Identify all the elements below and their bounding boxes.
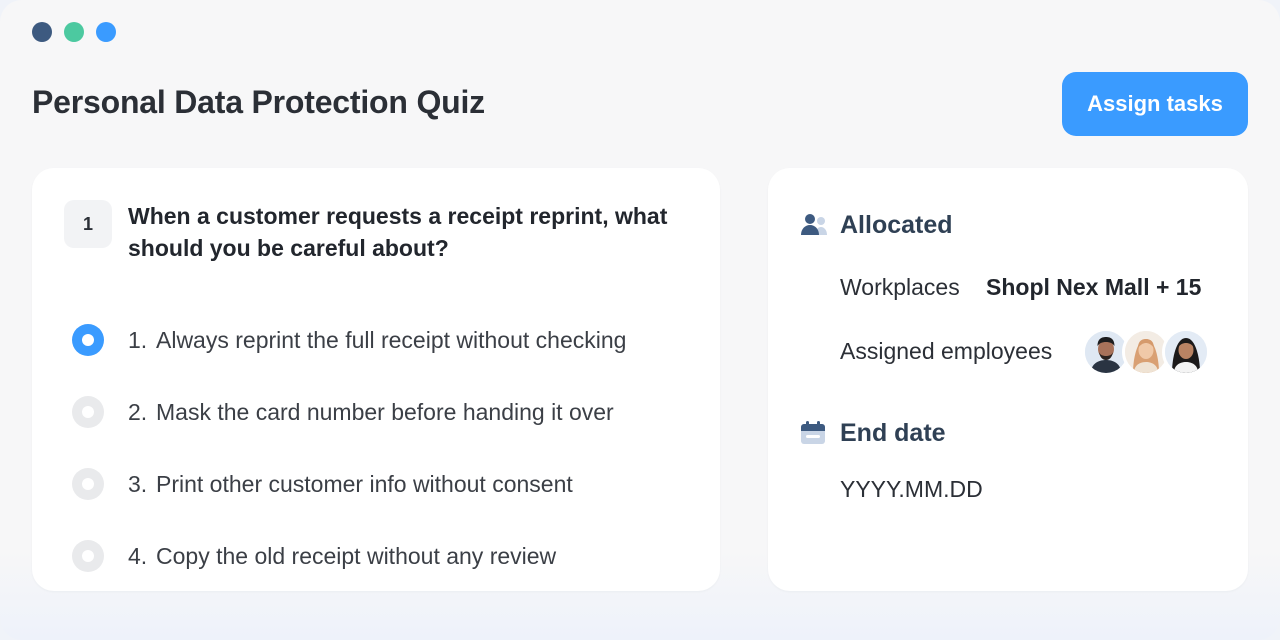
answer-option-4[interactable]: 4. Copy the old receipt without any revi… <box>72 520 626 592</box>
calendar-icon <box>800 418 830 448</box>
radio-unselected-icon[interactable] <box>72 540 104 572</box>
option-label: Print other customer info without consen… <box>156 470 573 497</box>
option-number: 3. <box>128 470 148 497</box>
quiz-card: 1 When a customer requests a receipt rep… <box>32 168 720 591</box>
question-text: When a customer requests a receipt repri… <box>128 203 668 261</box>
answer-option-2[interactable]: 2. Mask the card number before handing i… <box>72 376 626 448</box>
option-number: 2. <box>128 398 148 425</box>
option-number: 4. <box>128 542 148 569</box>
option-number: 1. <box>128 326 148 353</box>
radio-selected-icon[interactable] <box>72 324 104 356</box>
option-label: Copy the old receipt without any review <box>156 542 557 569</box>
option-label: Mask the card number before handing it o… <box>156 398 614 425</box>
end-date-title: End date <box>840 418 946 447</box>
assignment-info-card: Allocated Workplaces Shopl Nex Mall + 15… <box>768 168 1248 591</box>
answer-option-1[interactable]: 1. Always reprint the full receipt witho… <box>72 304 626 376</box>
window-controls <box>32 22 116 42</box>
answer-options: 1. Always reprint the full receipt witho… <box>72 304 626 592</box>
workplaces-value[interactable]: Shopl Nex Mall + 15 <box>986 274 1201 301</box>
allocated-section-header: Allocated <box>800 210 953 240</box>
radio-unselected-icon[interactable] <box>72 468 104 500</box>
radio-unselected-icon[interactable] <box>72 396 104 428</box>
question-number-badge: 1 <box>64 200 112 248</box>
end-date-value[interactable]: YYYY.MM.DD <box>840 476 983 503</box>
window-maximize-dot[interactable] <box>96 22 116 42</box>
allocated-title: Allocated <box>840 210 953 239</box>
answer-option-3[interactable]: 3. Print other customer info without con… <box>72 448 626 520</box>
page-title: Personal Data Protection Quiz <box>32 84 485 120</box>
workplaces-label: Workplaces <box>840 274 960 300</box>
window-close-dot[interactable] <box>32 22 52 42</box>
employee-avatars[interactable] <box>1082 328 1210 376</box>
end-date-section-header: End date <box>800 418 946 448</box>
option-label: Always reprint the full receipt without … <box>156 326 627 353</box>
assigned-employees-label: Assigned employees <box>840 338 1053 364</box>
people-icon <box>800 210 830 240</box>
app-window: Personal Data Protection Quiz Assign tas… <box>0 0 1280 640</box>
assign-tasks-button[interactable]: Assign tasks <box>1062 72 1248 136</box>
avatar <box>1162 328 1210 376</box>
window-minimize-dot[interactable] <box>64 22 84 42</box>
